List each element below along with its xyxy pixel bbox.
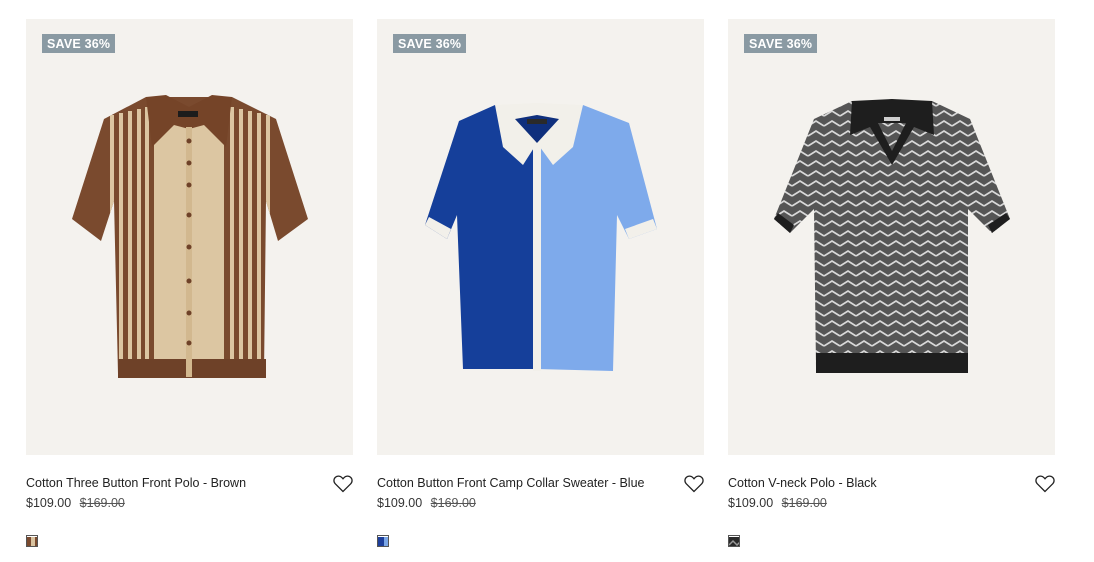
swatch-pattern bbox=[27, 537, 37, 546]
product-image[interactable]: SAVE 36% bbox=[377, 19, 704, 455]
product-info: Cotton Three Button Front Polo - Brown $… bbox=[26, 455, 353, 555]
heart-icon[interactable] bbox=[333, 475, 353, 493]
original-price: $169.00 bbox=[430, 496, 476, 510]
price-row: $109.00 $169.00 bbox=[377, 496, 476, 510]
original-price: $169.00 bbox=[781, 496, 827, 510]
swatch-pattern bbox=[378, 537, 388, 546]
discount-badge: SAVE 36% bbox=[744, 34, 818, 53]
discount-badge: SAVE 36% bbox=[42, 34, 116, 53]
sale-price: $109.00 bbox=[26, 496, 72, 510]
product-image[interactable]: SAVE 36% bbox=[728, 19, 1055, 455]
color-swatch-blue[interactable] bbox=[377, 535, 389, 547]
product-info: Cotton Button Front Camp Collar Sweater … bbox=[377, 455, 704, 555]
color-swatch-brown[interactable] bbox=[26, 535, 38, 547]
sale-price: $109.00 bbox=[377, 496, 423, 510]
product-info: Cotton V-neck Polo - Black $109.00 $169.… bbox=[728, 455, 1055, 555]
blue-sweater-image bbox=[425, 103, 657, 371]
sale-price: $109.00 bbox=[728, 496, 774, 510]
product-title[interactable]: Cotton V-neck Polo - Black bbox=[728, 476, 877, 490]
product-title[interactable]: Cotton Three Button Front Polo - Brown bbox=[26, 476, 246, 490]
product-card[interactable]: SAVE 36% Cotton Three Button Front Polo … bbox=[26, 19, 353, 555]
black-vneck-polo-image bbox=[774, 99, 1010, 373]
heart-icon[interactable] bbox=[684, 475, 704, 493]
discount-badge: SAVE 36% bbox=[393, 34, 467, 53]
price-row: $109.00 $169.00 bbox=[26, 496, 125, 510]
product-title[interactable]: Cotton Button Front Camp Collar Sweater … bbox=[377, 476, 644, 490]
original-price: $169.00 bbox=[79, 496, 125, 510]
product-card[interactable]: SAVE 36% Cotton Button Front Camp Collar… bbox=[377, 19, 704, 555]
heart-icon[interactable] bbox=[1035, 475, 1055, 493]
price-row: $109.00 $169.00 bbox=[728, 496, 827, 510]
product-image[interactable]: SAVE 36% bbox=[26, 19, 353, 455]
color-swatch-black[interactable] bbox=[728, 535, 740, 547]
brown-polo-image bbox=[72, 95, 308, 378]
product-card[interactable]: SAVE 36% Cotton V-neck Polo - Black $109… bbox=[728, 19, 1055, 555]
product-grid: SAVE 36% Cotton Three Button Front Polo … bbox=[26, 19, 1055, 555]
swatch-pattern bbox=[729, 537, 739, 546]
